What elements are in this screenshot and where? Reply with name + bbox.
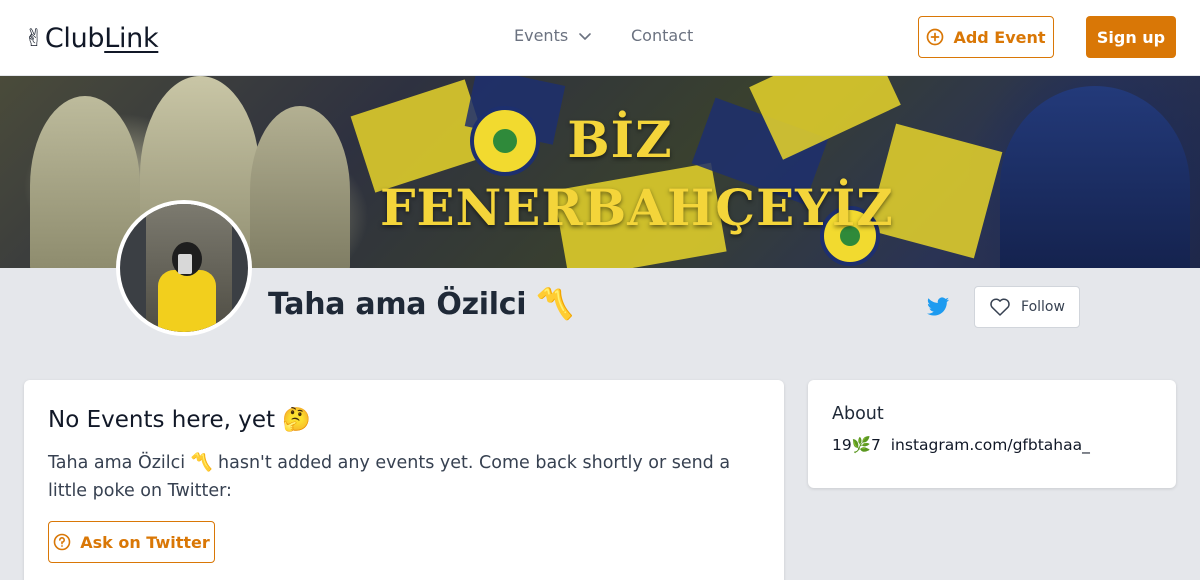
banner-title: BİZ FENERBAHÇEYİZ bbox=[380, 106, 894, 242]
twitter-icon[interactable] bbox=[926, 295, 950, 319]
events-empty-message: Taha ama Özilci 〽️ hasn't added any even… bbox=[48, 453, 731, 501]
profile-avatar bbox=[116, 200, 252, 336]
banner-player-shape bbox=[1000, 86, 1190, 268]
events-card: No Events here, yet 🤔 Taha ama Özilci 〽️… bbox=[24, 380, 784, 580]
logo-club-text: Club bbox=[44, 22, 105, 54]
ask-on-twitter-button[interactable]: Ask on Twitter bbox=[48, 521, 215, 563]
nav-events-dropdown[interactable]: Events bbox=[514, 26, 592, 45]
profile-name: Taha ama Özilci 〽️ bbox=[268, 287, 574, 322]
sign-up-button[interactable]: Sign up bbox=[1086, 16, 1176, 58]
follow-button[interactable]: Follow bbox=[974, 286, 1080, 328]
ask-on-twitter-label: Ask on Twitter bbox=[80, 532, 210, 552]
avatar-photo bbox=[120, 204, 248, 332]
victory-hand-icon: ✌ bbox=[24, 24, 44, 52]
avatar-phone-shape bbox=[178, 254, 192, 274]
add-event-button[interactable]: Add Event bbox=[918, 16, 1054, 58]
banner-title-line-2: FENERBAHÇEYİZ bbox=[380, 178, 894, 237]
about-title: About bbox=[832, 404, 884, 424]
nav-contact-link[interactable]: Contact bbox=[631, 26, 693, 45]
banner-title-line-1: BİZ bbox=[567, 110, 673, 169]
events-empty-title: No Events here, yet 🤔 bbox=[48, 407, 311, 433]
about-card: About 19🌿7 ￼ instagram.com/gfbtahaa_ bbox=[808, 380, 1176, 488]
clublink-logo[interactable]: ✌ Club Link bbox=[24, 20, 159, 56]
logo-link-text: Link bbox=[104, 22, 159, 54]
about-bio-text: 19🌿7 ￼ instagram.com/gfbtahaa_ bbox=[832, 436, 1090, 454]
banner-player-shape bbox=[250, 106, 350, 268]
top-navigation-bar: ✌ Club Link Events Contact Add Event Sig… bbox=[0, 0, 1200, 76]
add-event-label: Add Event bbox=[953, 27, 1046, 47]
chevron-down-icon bbox=[579, 32, 591, 40]
nav-events-label: Events bbox=[514, 26, 569, 45]
avatar-shirt-shape bbox=[158, 270, 216, 332]
follow-label: Follow bbox=[1021, 299, 1065, 315]
plus-circle-icon bbox=[927, 28, 944, 46]
heart-outline-icon bbox=[990, 298, 1010, 316]
question-circle-icon bbox=[53, 533, 71, 551]
